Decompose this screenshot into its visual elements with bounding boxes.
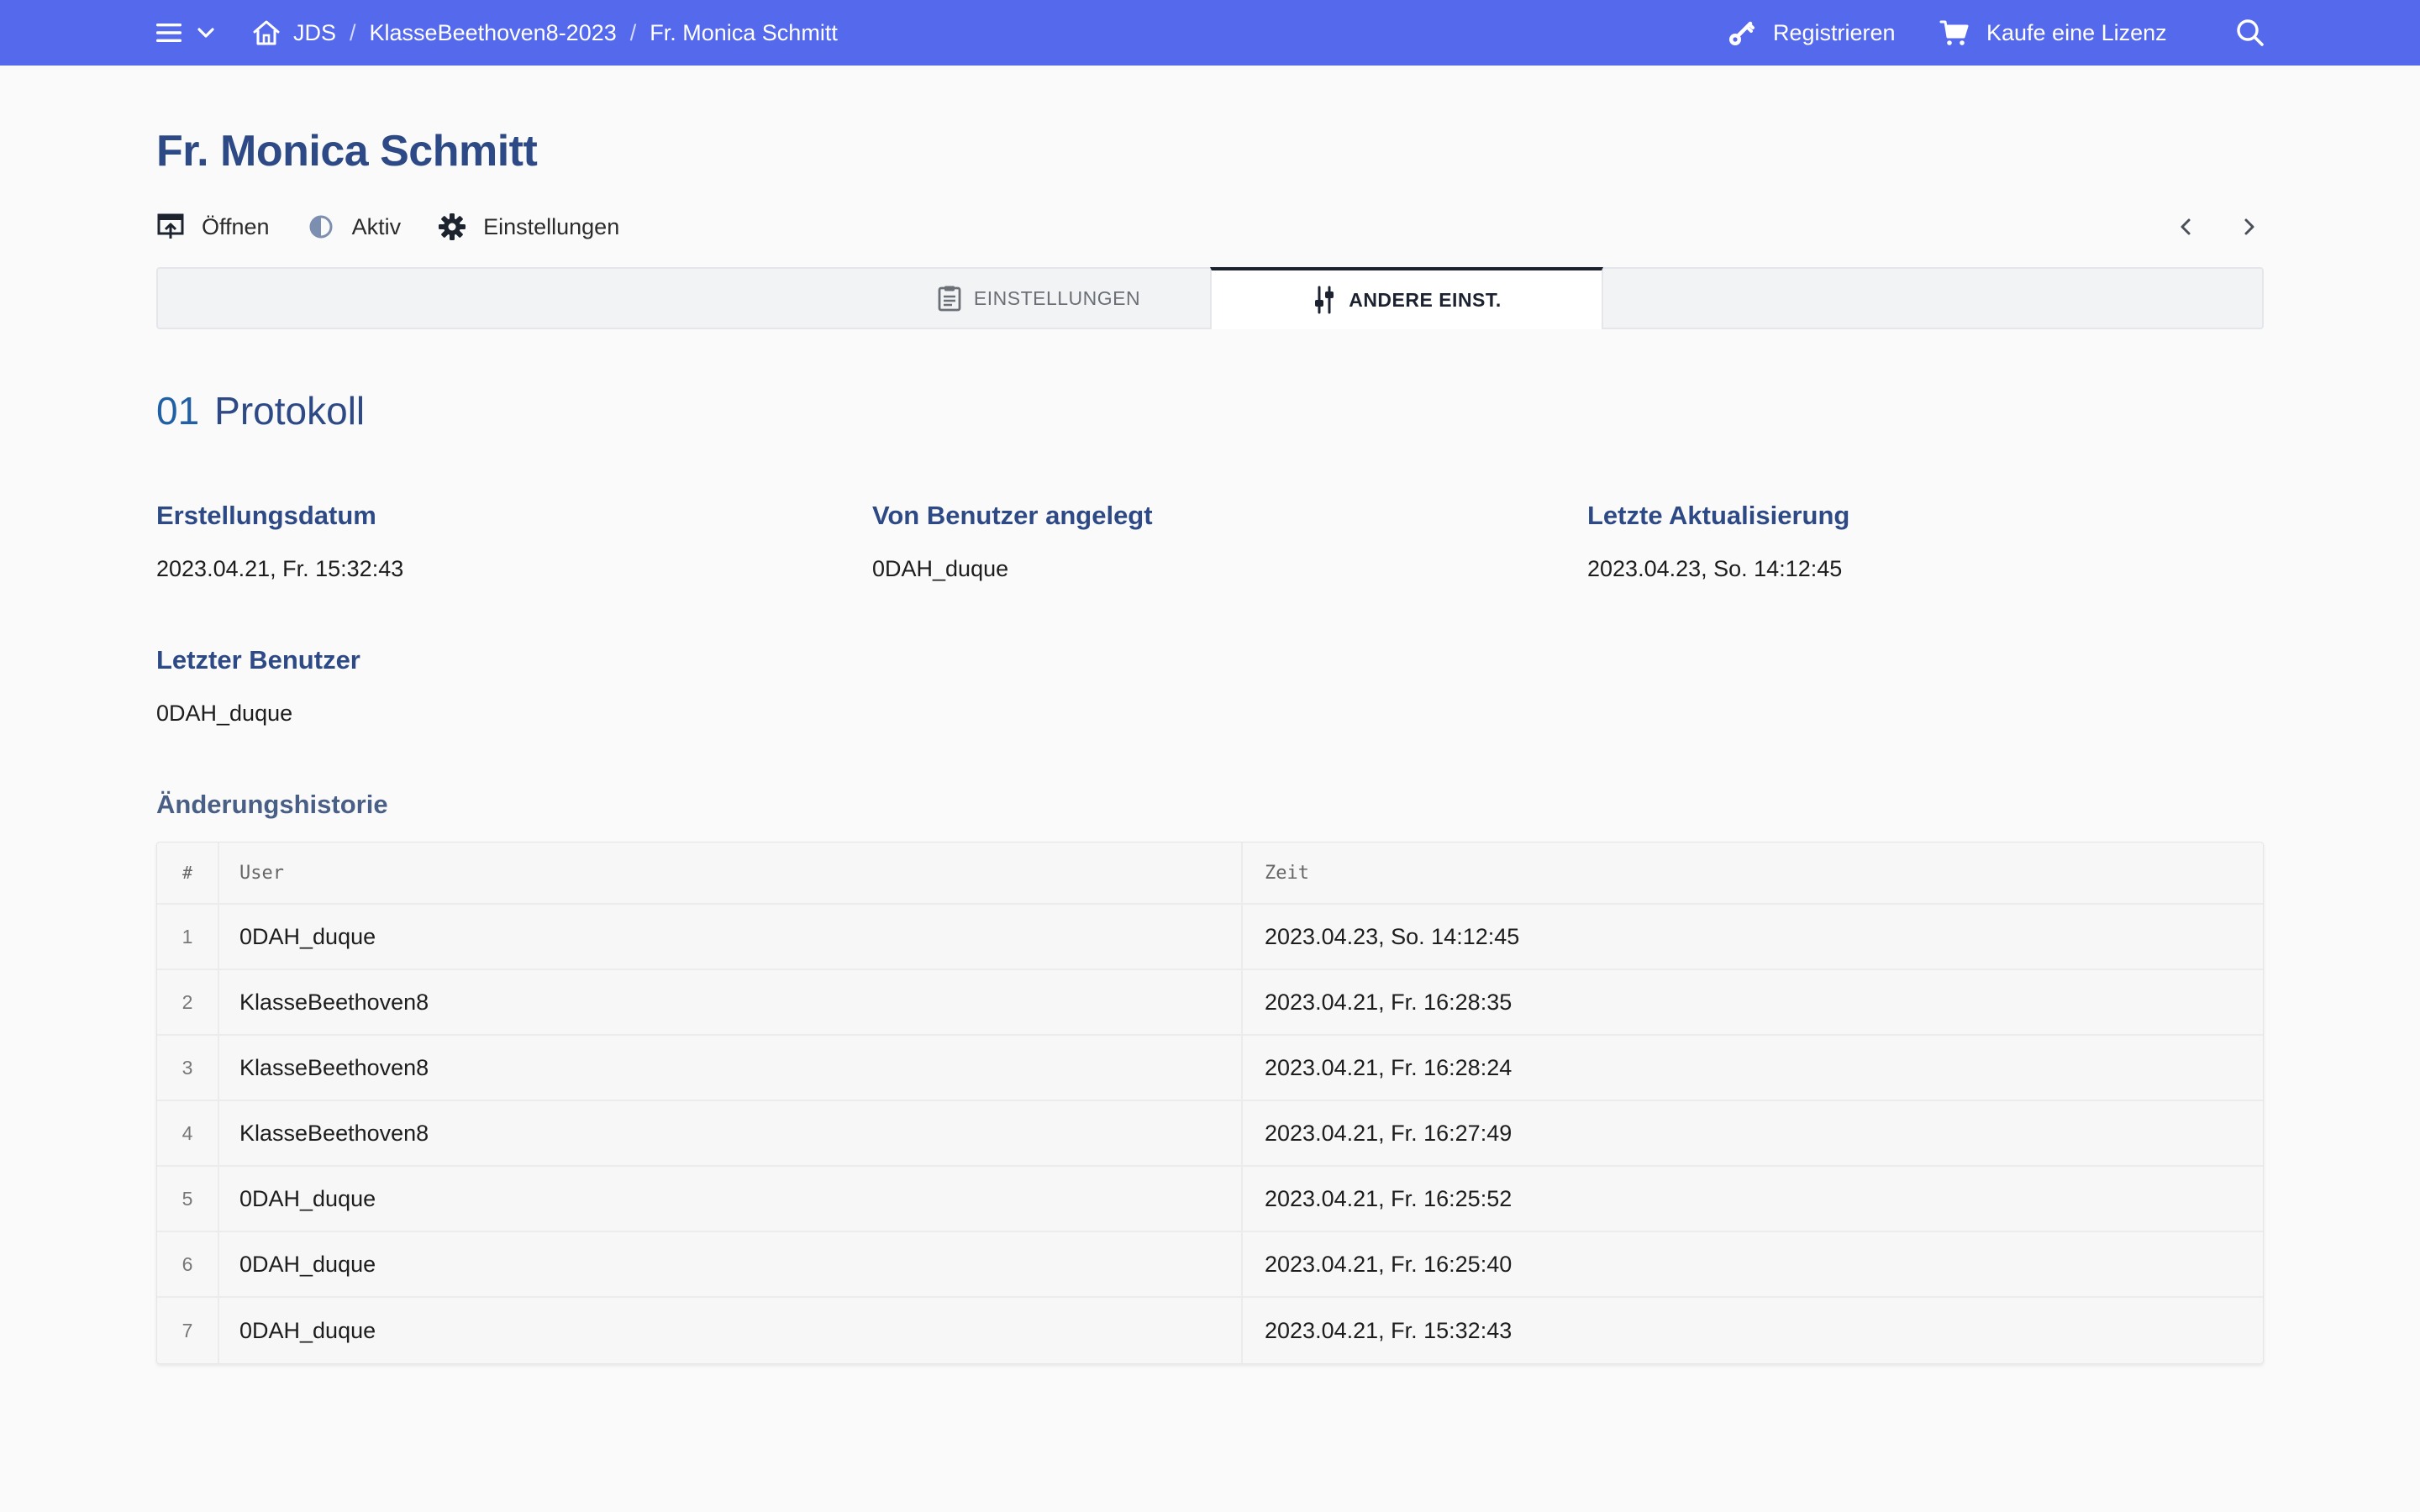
open-label: Öffnen [202,213,270,239]
breadcrumb-separator: / [629,19,637,45]
row-user: 0DAH_duque [219,1167,1243,1231]
last-user-value: 0DAH_duque [156,701,293,726]
last-update-value: 2023.04.23, So. 14:12:45 [1587,556,1843,581]
row-time: 2023.04.23, So. 14:12:45 [1265,923,1520,949]
last-user-label: Letzter Benutzer [156,645,360,675]
row-number: 4 [157,1101,219,1165]
gear-icon [438,213,466,241]
table-row: 4 KlasseBeethoven8 2023.04.21, Fr. 16:27… [157,1101,2263,1167]
settings-button[interactable]: Einstellungen [438,213,619,241]
tab-bar: EINSTELLUNGEN ANDERE EINST. [156,267,2264,329]
home-icon[interactable] [252,0,281,66]
section-title: Protokoll [214,389,366,433]
created-date-value: 2023.04.21, Fr. 15:32:43 [156,556,404,581]
chevron-left-icon [2178,217,2195,237]
row-time: 2023.04.21, Fr. 16:25:40 [1265,1251,1512,1277]
row-number: 6 [157,1232,219,1296]
row-time: 2023.04.21, Fr. 16:28:24 [1265,1054,1512,1080]
breadcrumb: JDS / KlasseBeethoven8-2023 / Fr. Monica… [293,0,838,66]
row-time: 2023.04.21, Fr. 16:25:52 [1265,1185,1512,1211]
next-record-button[interactable] [2233,212,2264,242]
menu-icon[interactable] [155,0,183,66]
row-number: 1 [157,905,219,969]
row-user: KlasseBeethoven8 [219,1101,1243,1165]
row-user: 0DAH_duque [219,1232,1243,1296]
breadcrumb-item-class[interactable]: KlasseBeethoven8-2023 [370,20,617,46]
chevron-down-icon[interactable] [197,0,215,66]
register-label: Registrieren [1773,19,1896,45]
row-time: 2023.04.21, Fr. 15:32:43 [1265,1317,1512,1343]
action-bar: Öffnen Aktiv Einstellungen [156,210,656,244]
section-number: 01 [156,389,200,433]
history-table: # User Zeit 1 0DAH_duque 2023.04.23, So.… [156,842,2264,1364]
created-date-label: Erstellungsdatum [156,501,376,530]
column-header-number: # [157,843,219,903]
tab-andere-einst-label: ANDERE EINST. [1349,288,1502,311]
tab-einstellungen[interactable]: EINSTELLUNGEN [869,267,1208,329]
table-header-row: # User Zeit [157,843,2263,905]
created-by-value: 0DAH_duque [872,556,1009,581]
table-row: 7 0DAH_duque 2023.04.21, Fr. 15:32:43 [157,1298,2263,1363]
row-number: 3 [157,1036,219,1100]
chevron-right-icon [2240,217,2257,237]
table-row: 2 KlasseBeethoven8 2023.04.21, Fr. 16:28… [157,970,2263,1036]
tab-andere-einst[interactable]: ANDERE EINST. [1210,267,1603,329]
table-row: 3 KlasseBeethoven8 2023.04.21, Fr. 16:28… [157,1036,2263,1101]
top-navbar: JDS / KlasseBeethoven8-2023 / Fr. Monica… [0,0,2420,66]
created-by-label: Von Benutzer angelegt [872,501,1153,530]
buy-license-button[interactable]: Kaufe eine Lizenz [1939,0,2167,66]
tab-einstellungen-label: EINSTELLUNGEN [973,286,1141,309]
clipboard-icon [937,285,962,312]
breadcrumb-item-jds[interactable]: JDS [293,20,336,46]
column-header-user: User [219,843,1243,903]
section-heading: 01 Protokoll [156,388,365,433]
column-header-time: Zeit [1265,862,1309,884]
register-button[interactable]: Registrieren [1728,0,1896,66]
settings-label: Einstellungen [483,213,620,239]
row-number: 7 [157,1298,219,1363]
open-icon [156,213,185,241]
row-number: 5 [157,1167,219,1231]
row-time: 2023.04.21, Fr. 16:27:49 [1265,1120,1512,1146]
row-user: 0DAH_duque [219,905,1243,969]
open-button[interactable]: Öffnen [156,213,270,241]
row-number: 2 [157,970,219,1034]
row-time: 2023.04.21, Fr. 16:28:35 [1265,989,1512,1015]
table-row: 5 0DAH_duque 2023.04.21, Fr. 16:25:52 [157,1167,2263,1232]
row-user: KlasseBeethoven8 [219,970,1243,1034]
previous-record-button[interactable] [2171,212,2202,242]
search-icon[interactable] [2235,0,2265,66]
sliders-icon [1312,286,1337,314]
active-toggle[interactable]: Aktiv [307,213,402,241]
page-title: Fr. Monica Schmitt [156,127,538,176]
row-user: KlasseBeethoven8 [219,1036,1243,1100]
breadcrumb-item-current: Fr. Monica Schmitt [650,19,838,45]
key-icon [1728,18,1756,47]
active-label: Aktiv [351,213,402,239]
table-row: 6 0DAH_duque 2023.04.21, Fr. 16:25:40 [157,1232,2263,1298]
table-row: 1 0DAH_duque 2023.04.23, So. 14:12:45 [157,905,2263,970]
half-circle-icon [307,213,335,241]
buy-license-label: Kaufe eine Lizenz [1986,19,2167,45]
cart-icon [1939,18,1970,47]
last-update-label: Letzte Aktualisierung [1587,501,1850,530]
history-title: Änderungshistorie [156,790,388,819]
row-user: 0DAH_duque [219,1298,1243,1363]
breadcrumb-separator: / [350,19,356,45]
